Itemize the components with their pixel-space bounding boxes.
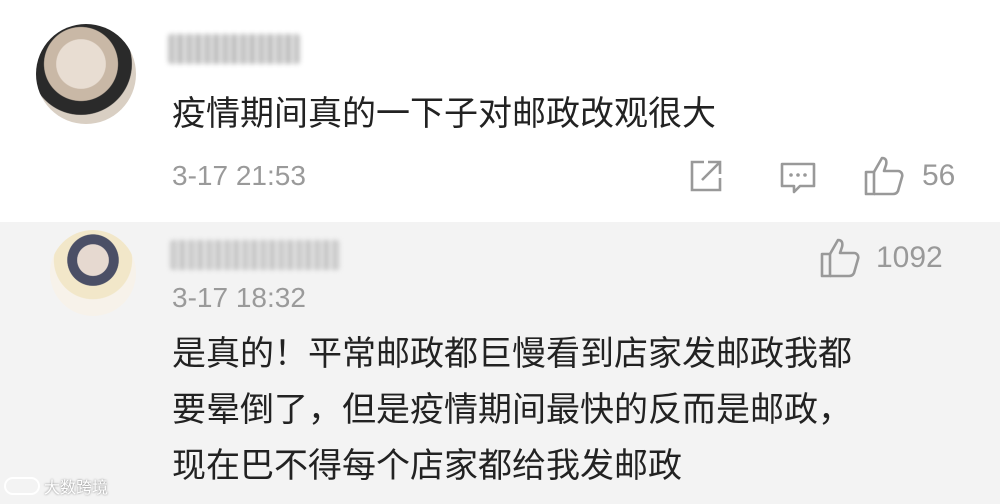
comment-text-line: 是真的！平常邮政都巨慢看到店家发邮政我都	[172, 334, 852, 374]
comment-text-line: 现在巴不得每个店家都给我发邮政	[172, 446, 682, 486]
like-count: 1092	[876, 241, 943, 274]
comment-icon	[780, 162, 816, 194]
reply-button[interactable]	[778, 158, 818, 198]
avatar[interactable]	[50, 230, 136, 316]
username-blurred[interactable]	[170, 240, 340, 270]
watermark: 大数跨境	[4, 474, 108, 498]
comment-text-line: 要晕倒了，但是疫情期间最快的反而是邮政，	[172, 390, 852, 430]
like-button[interactable]: 56	[862, 154, 955, 198]
comment-text: 疫情期间真的一下子对邮政改观很大	[172, 94, 716, 134]
like-count: 56	[922, 159, 956, 192]
comment-timestamp: 3-17 21:53	[172, 160, 306, 191]
comment-timestamp: 3-17 18:32	[172, 282, 306, 313]
avatar[interactable]	[36, 24, 136, 124]
watermark-text: 大数跨境	[44, 478, 109, 497]
comment-text: 是真的！平常邮政都巨慢看到店家发邮政我都 要晕倒了，但是疫情期间最快的反而是邮政…	[172, 326, 852, 494]
thumbs-up-icon	[864, 156, 904, 196]
share-button[interactable]	[686, 156, 726, 196]
like-button[interactable]: 1092	[818, 236, 943, 280]
username-blurred[interactable]	[168, 34, 300, 64]
share-icon	[690, 160, 722, 192]
comment-item: 疫情期间真的一下子对邮政改观很大 3-17 21:53 56	[0, 0, 1000, 222]
watermark-logo-icon	[4, 477, 40, 495]
thumbs-up-icon	[820, 238, 860, 278]
